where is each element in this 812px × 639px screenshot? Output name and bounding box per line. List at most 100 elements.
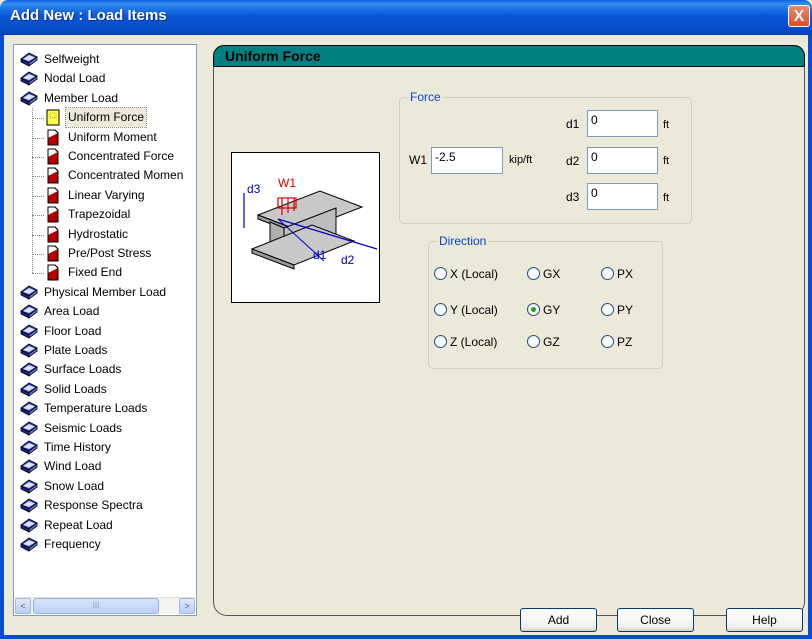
tree-item-label: Area Load	[44, 304, 100, 319]
page-red-icon	[44, 187, 62, 204]
radio-checked-icon[interactable]	[527, 303, 540, 316]
direction-radio-label: Z (Local)	[450, 335, 498, 349]
radio-unchecked-icon[interactable]	[601, 303, 614, 316]
direction-radio-label: GX	[543, 267, 561, 281]
direction-radio-label: PX	[617, 267, 634, 281]
tree-connector-branch	[32, 157, 44, 158]
book-icon	[20, 342, 38, 359]
tree-item-label: Hydrostatic	[68, 226, 129, 241]
beam-load-diagram: W1 d3 d1 d2	[231, 152, 380, 303]
d1-input[interactable]: 0	[587, 110, 658, 137]
window-frame-left	[0, 35, 4, 639]
panel-header: Uniform Force	[213, 45, 805, 67]
d1-unit: ft	[663, 119, 670, 131]
direction-radio-label: PZ	[617, 335, 633, 349]
window-frame-right	[808, 35, 812, 639]
tree-item-label: Frequency	[44, 537, 101, 551]
direction-radio-label: PY	[617, 303, 634, 317]
force-legend: Force	[408, 90, 443, 104]
tree-item-label: Concentrated Momen	[68, 168, 184, 183]
horizontal-scrollbar[interactable]: < III >	[15, 597, 195, 614]
help-button[interactable]: Help	[726, 608, 803, 632]
radio-unchecked-icon[interactable]	[601, 267, 614, 280]
title-bar: Add New : Load Items X	[0, 0, 812, 35]
book-icon	[20, 400, 38, 417]
d1-diagram-label: d1	[313, 248, 327, 262]
d2-input[interactable]: 0	[587, 147, 658, 174]
tree-item-label: Plate Loads	[44, 343, 108, 357]
book-icon	[20, 284, 38, 301]
tree-item-label: Member Load	[44, 90, 119, 105]
radio-unchecked-icon[interactable]	[434, 267, 447, 280]
tree-item-label: Nodal Load	[44, 71, 106, 86]
direction-legend: Direction	[437, 234, 489, 248]
scroll-left-icon[interactable]: <	[15, 598, 31, 614]
tree-item-label: Selfweight	[44, 52, 100, 66]
close-window-button[interactable]: X	[788, 5, 810, 27]
book-icon	[20, 361, 38, 378]
book-icon	[20, 439, 38, 456]
window-frame-bottom	[0, 635, 812, 639]
tree-item-label: Time History	[44, 440, 111, 454]
tree-connector-branch	[32, 137, 44, 139]
radio-unchecked-icon[interactable]	[527, 335, 540, 348]
beam-diagram-svg: W1 d3 d1 d2	[243, 176, 378, 270]
tree-item-label: Surface Loads	[44, 362, 122, 377]
window-title: Add New : Load Items	[10, 7, 167, 24]
d3-input[interactable]: 0	[587, 183, 658, 210]
tree-item-label: Wind Load	[44, 459, 102, 474]
scroll-thumb[interactable]: III	[33, 598, 159, 614]
page-red-icon	[44, 226, 62, 243]
tree-item-label: Floor Load	[44, 323, 102, 338]
direction-radio-label: GY	[543, 303, 561, 317]
direction-radio-label: X (Local)	[450, 267, 499, 281]
radio-unchecked-icon[interactable]	[527, 267, 540, 280]
tree-item-label: Physical Member Load	[44, 284, 167, 299]
page-red-icon	[44, 264, 62, 281]
tree-item-label: Fixed End	[68, 265, 123, 280]
page-red-icon	[44, 245, 62, 262]
tree-item-label: Seismic Loads	[44, 420, 123, 435]
radio-unchecked-icon[interactable]	[434, 335, 447, 348]
tree-item-label: Trapezoidal	[68, 207, 131, 222]
d3-unit: ft	[663, 192, 670, 204]
tree-connector-branch	[32, 176, 44, 178]
w1-input[interactable]: -2.5	[431, 147, 503, 174]
w1-label: W1	[409, 153, 427, 167]
tree-connector-branch	[32, 118, 44, 120]
close-button[interactable]: Close	[617, 608, 694, 632]
page-red-icon	[44, 148, 62, 165]
radio-unchecked-icon[interactable]	[434, 303, 447, 316]
tree-connector-branch	[32, 195, 44, 197]
book-icon	[20, 90, 38, 107]
book-icon	[20, 497, 38, 514]
load-items-tree[interactable]: < III > Selfweight Nodal Load Member Load U…	[13, 44, 197, 616]
tree-connector-line	[32, 108, 33, 274]
d3-diagram-label: d3	[247, 182, 261, 196]
tree-item-label: Linear Varying	[68, 187, 145, 202]
tree-item-label: Pre/Post Stress	[68, 246, 152, 260]
w1-unit: kip/ft	[509, 154, 533, 166]
page-red-icon	[44, 206, 62, 223]
tree-connector-branch	[32, 254, 44, 255]
scroll-right-icon[interactable]: >	[179, 598, 195, 614]
panel-header-title: Uniform Force	[225, 48, 321, 64]
d2-diagram-label: d2	[341, 253, 355, 267]
add-button[interactable]: Add	[520, 608, 597, 632]
book-icon	[20, 303, 38, 320]
page-red-icon	[44, 129, 62, 146]
book-icon	[20, 478, 38, 495]
tree-item-label: Snow Load	[44, 478, 105, 493]
d1-label: d1	[566, 117, 580, 131]
tree-item-label: Uniform Force	[64, 107, 148, 129]
tree-item-label: Response Spectra	[44, 498, 143, 513]
w1-diagram-label: W1	[278, 176, 296, 190]
d2-label: d2	[566, 154, 580, 168]
radio-unchecked-icon[interactable]	[601, 335, 614, 348]
tree-connector-branch	[32, 273, 44, 275]
book-icon	[20, 51, 38, 68]
tree-item-label: Solid Loads	[44, 381, 107, 396]
page-red-icon	[44, 167, 62, 184]
book-icon	[20, 420, 38, 437]
tree-connector-branch	[32, 215, 44, 217]
